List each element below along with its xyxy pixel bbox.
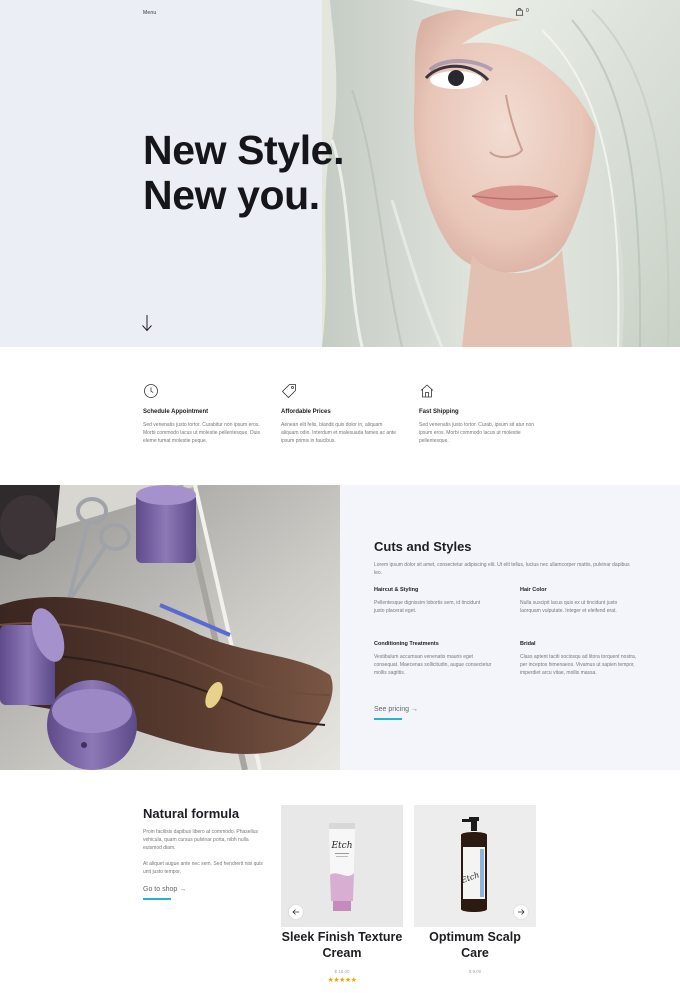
go-to-shop-link[interactable]: Go to shop →: [143, 886, 186, 900]
menu-link[interactable]: Menu: [143, 10, 156, 16]
hero-title-line-2: New you.: [143, 172, 320, 218]
feature-fast-shipping: Fast Shipping Sed venenatis justo tortor…: [419, 383, 539, 445]
feature-text: Aenean elit felis, blandit quis dolor in…: [281, 422, 397, 444]
clock-icon: [144, 384, 158, 398]
product-image: Etch: [414, 805, 536, 927]
feature-text: Sed venenatis justo tortor. Curab, ipsum…: [419, 422, 535, 444]
cuts-content: Cuts and Styles Lorem ipsum dolor sit am…: [374, 485, 644, 770]
shopping-bag-icon: [515, 8, 524, 16]
product-name[interactable]: Sleek Finish Texture Cream: [281, 929, 403, 961]
feature-title: Affordable Prices: [281, 409, 331, 415]
natural-formula-text-1: Proin facilisis dapibus libero at commod…: [143, 829, 259, 851]
price-tag-icon: [281, 384, 296, 399]
service-bridal: Bridal Class aptent taciti sociosqu ad l…: [520, 641, 638, 677]
product-price: $ 9.00: [468, 969, 482, 974]
product-image: Etch: [281, 805, 403, 927]
service-text: Nulla suscipit lacus quis ex ut tincidun…: [520, 600, 618, 614]
home-icon: [420, 384, 434, 398]
go-to-shop-label: Go to shop: [143, 886, 178, 893]
service-title: Bridal: [520, 641, 536, 647]
feature-affordable-prices: Affordable Prices Aenean elit felis, bla…: [281, 383, 401, 445]
natural-formula-title: Natural formula: [143, 806, 240, 821]
link-underline: [143, 898, 171, 900]
arrow-right-icon: [518, 909, 525, 915]
carousel-next-button[interactable]: [514, 905, 528, 919]
service-title: Hair Color: [520, 587, 547, 593]
arrow-down-icon[interactable]: [141, 314, 153, 332]
link-underline: [374, 718, 402, 720]
feature-text: Sed venenatis justo tortor. Curabitur no…: [143, 422, 260, 444]
service-text: Vestibulum accumsan venenatis mauris ege…: [374, 654, 492, 676]
product-card[interactable]: Etch Optimum Scalp Care $ 9.00: [414, 805, 536, 974]
features-section: Schedule Appointment Sed venenatis justo…: [0, 347, 680, 485]
cuts-and-styles-section: Cuts and Styles Lorem ipsum dolor sit am…: [0, 485, 680, 770]
arrow-left-icon: [292, 909, 299, 915]
hero-model-photo: [322, 0, 680, 347]
service-hair-color: Hair Color Nulla suscipit lacus quis ex …: [520, 587, 638, 615]
hero-section: Menu 0 New Style. New you.: [0, 0, 680, 347]
product-rating-stars: ★★★★★: [327, 977, 357, 984]
arrow-right-icon: →: [410, 706, 418, 713]
service-haircut-styling: Haircut & Styling Pellentesque dignissim…: [374, 587, 492, 615]
natural-formula-section: Natural formula Proin facilisis dapibus …: [0, 770, 680, 993]
natural-formula-text-2: At aliquet augue ante nec sem. Sed hendr…: [143, 861, 263, 875]
feature-schedule-appointment: Schedule Appointment Sed venenatis justo…: [143, 383, 263, 445]
service-title: Haircut & Styling: [374, 587, 419, 593]
arrow-right-icon: →: [179, 886, 187, 893]
see-pricing-link[interactable]: See pricing →: [374, 706, 418, 720]
cart-count: 0: [526, 8, 529, 14]
see-pricing-label: See pricing: [374, 706, 410, 713]
product-name[interactable]: Optimum Scalp Care: [414, 929, 536, 961]
product-brand-label: Etch: [330, 841, 352, 851]
salon-tools-photo: [0, 485, 340, 770]
product-card[interactable]: Etch Sleek Finish Texture Cream $ 18.00 …: [281, 805, 403, 984]
cuts-title: Cuts and Styles: [374, 539, 472, 554]
service-conditioning-treatments: Conditioning Treatments Vestibulum accum…: [374, 641, 492, 677]
feature-title: Schedule Appointment: [143, 409, 209, 415]
hero-title-line-1: New Style.: [143, 127, 345, 173]
cuts-intro: Lorem ipsum dolor sit amet, consectetur …: [374, 562, 630, 576]
service-text: Class aptent taciti sociosqu ad litora t…: [520, 654, 637, 676]
product-price: $ 18.00: [334, 969, 350, 974]
carousel-prev-button[interactable]: [289, 905, 303, 919]
hero-title: New Style. New you.: [143, 128, 344, 218]
service-text: Pellentesque dignissim lobortis sem, id …: [374, 600, 481, 614]
feature-title: Fast Shipping: [419, 409, 459, 415]
cart-button[interactable]: 0: [515, 7, 531, 17]
service-title: Conditioning Treatments: [374, 641, 439, 647]
